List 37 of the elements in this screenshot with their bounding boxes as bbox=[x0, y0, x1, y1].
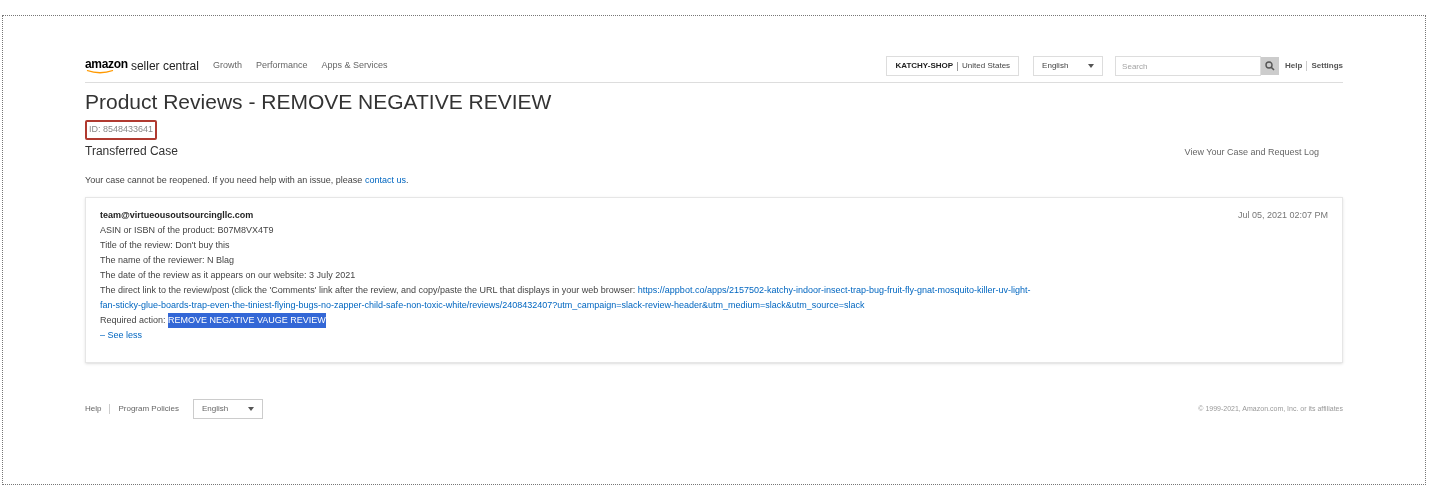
contact-link[interactable]: contact us bbox=[364, 174, 406, 185]
header-link[interactable]: Settings bbox=[1311, 60, 1343, 72]
page-title: Product Reviews - REMOVE NEGATIVE REVIEW bbox=[85, 89, 553, 115]
review-link[interactable]: https://appbot.co/apps/2157502-katchy-indoor-insect-trap-bug-fruit-fly-gnat-mosquito-killer-uv-light- bbox=[637, 285, 1031, 295]
notice-text: Your case cannot be reopened. If you need help with an issue, please contact us. bbox=[85, 173, 410, 187]
account-switcher[interactable]: KATCHY-SHOP United States bbox=[886, 56, 1020, 76]
logo-text: seller central bbox=[130, 58, 199, 74]
case-subtitle: Transferred Case bbox=[85, 142, 178, 160]
shop-name: KATCHY-SHOP bbox=[895, 60, 954, 72]
action-label: Required action: bbox=[100, 314, 167, 327]
nav-link[interactable]: Growth bbox=[212, 59, 242, 73]
message-line: The date of the review as it appears on our website: 3 July 2021 bbox=[100, 269, 357, 282]
action-value: REMOVE NEGATIVE VAUGE REVIEW bbox=[168, 313, 326, 328]
request-log-link[interactable]: View Your Case and Request Log bbox=[1184, 146, 1319, 160]
caret-icon bbox=[247, 407, 254, 411]
footer-link[interactable]: Program Policies bbox=[118, 403, 179, 415]
sender-email: team@virtueousoutsourcingllc.com bbox=[100, 209, 254, 222]
message-line: ASIN or ISBN of the product: B07M8VX4T9 bbox=[100, 224, 275, 237]
nav-link[interactable]: Performance bbox=[255, 59, 308, 73]
message-date: Jul 05, 2021 02:07 PM bbox=[1237, 209, 1328, 222]
case-id: ID: 8548433641 bbox=[85, 120, 158, 140]
header-link[interactable]: Help bbox=[1285, 60, 1303, 72]
search-field[interactable]: Search bbox=[1115, 56, 1262, 76]
message-line: The direct link to the review/post (click the 'Comments' link after the review, and copy/paste the URL that displays in your web browser: bbox=[100, 285, 637, 295]
nav-link[interactable]: Apps & Services bbox=[321, 59, 388, 73]
see-less-link[interactable]: – See less bbox=[100, 330, 143, 340]
language-select[interactable]: English bbox=[192, 399, 263, 419]
language-select[interactable]: English bbox=[1033, 56, 1104, 76]
search-button[interactable] bbox=[1261, 57, 1280, 75]
footer-link[interactable]: Help bbox=[85, 403, 102, 415]
search-icon bbox=[1265, 61, 1276, 71]
caret-icon bbox=[1088, 64, 1095, 68]
logo[interactable]: amazon bbox=[85, 58, 128, 74]
region-name: United States bbox=[962, 60, 1011, 72]
review-link[interactable]: fan-sticky-glue-boards-trap-even-the-tiniest-flying-bugs-no-zapper-child-safe-non-toxic-white/reviews/2408432407?utm_campaign=slack-review-header&utm_medium=slack&utm_source=slack bbox=[100, 300, 865, 310]
message-line: The name of the reviewer: N Blag bbox=[100, 254, 236, 267]
message-line: Title of the review: Don't buy this bbox=[100, 239, 231, 252]
